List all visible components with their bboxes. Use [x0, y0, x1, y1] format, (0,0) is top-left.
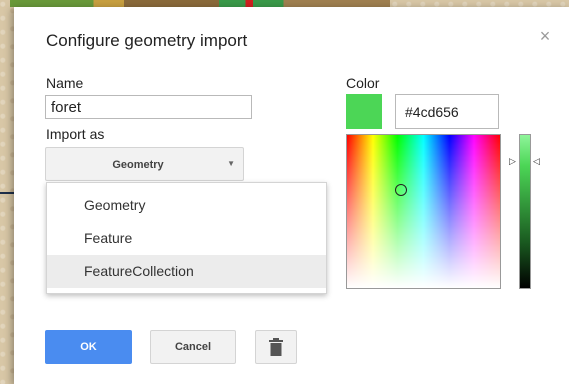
option-geometry[interactable]: Geometry: [47, 189, 326, 222]
color-label: Color: [346, 75, 380, 91]
name-label: Name: [46, 75, 84, 91]
hue-slider[interactable]: [519, 134, 531, 289]
hue-slider-arrow-right[interactable]: ◁: [533, 156, 540, 167]
delete-button[interactable]: [255, 330, 297, 364]
import-as-label: Import as: [46, 126, 105, 142]
close-icon[interactable]: ×: [536, 27, 554, 45]
saturation-value-picker[interactable]: [346, 134, 501, 289]
option-featurecollection[interactable]: FeatureCollection: [47, 255, 326, 288]
trash-icon: [269, 338, 283, 356]
option-feature[interactable]: Feature: [47, 222, 326, 255]
import-as-dropdown: Geometry Feature FeatureCollection: [46, 182, 327, 294]
map-background-strip: [10, 0, 390, 7]
color-swatch: [346, 94, 382, 129]
picker-cursor[interactable]: [395, 184, 407, 196]
chevron-down-icon: ▼: [227, 159, 235, 168]
name-input[interactable]: [45, 95, 252, 119]
import-as-selected-value: Geometry: [112, 159, 164, 171]
dialog-title: Configure geometry import: [46, 31, 248, 50]
hue-slider-arrow-left[interactable]: ▷: [509, 156, 516, 167]
configure-import-dialog: Configure geometry import × Name Import …: [14, 7, 569, 384]
cancel-button[interactable]: Cancel: [150, 330, 236, 364]
import-as-select[interactable]: Geometry ▼: [45, 147, 244, 181]
color-hex-input[interactable]: [395, 94, 499, 129]
ok-button[interactable]: OK: [45, 330, 132, 364]
